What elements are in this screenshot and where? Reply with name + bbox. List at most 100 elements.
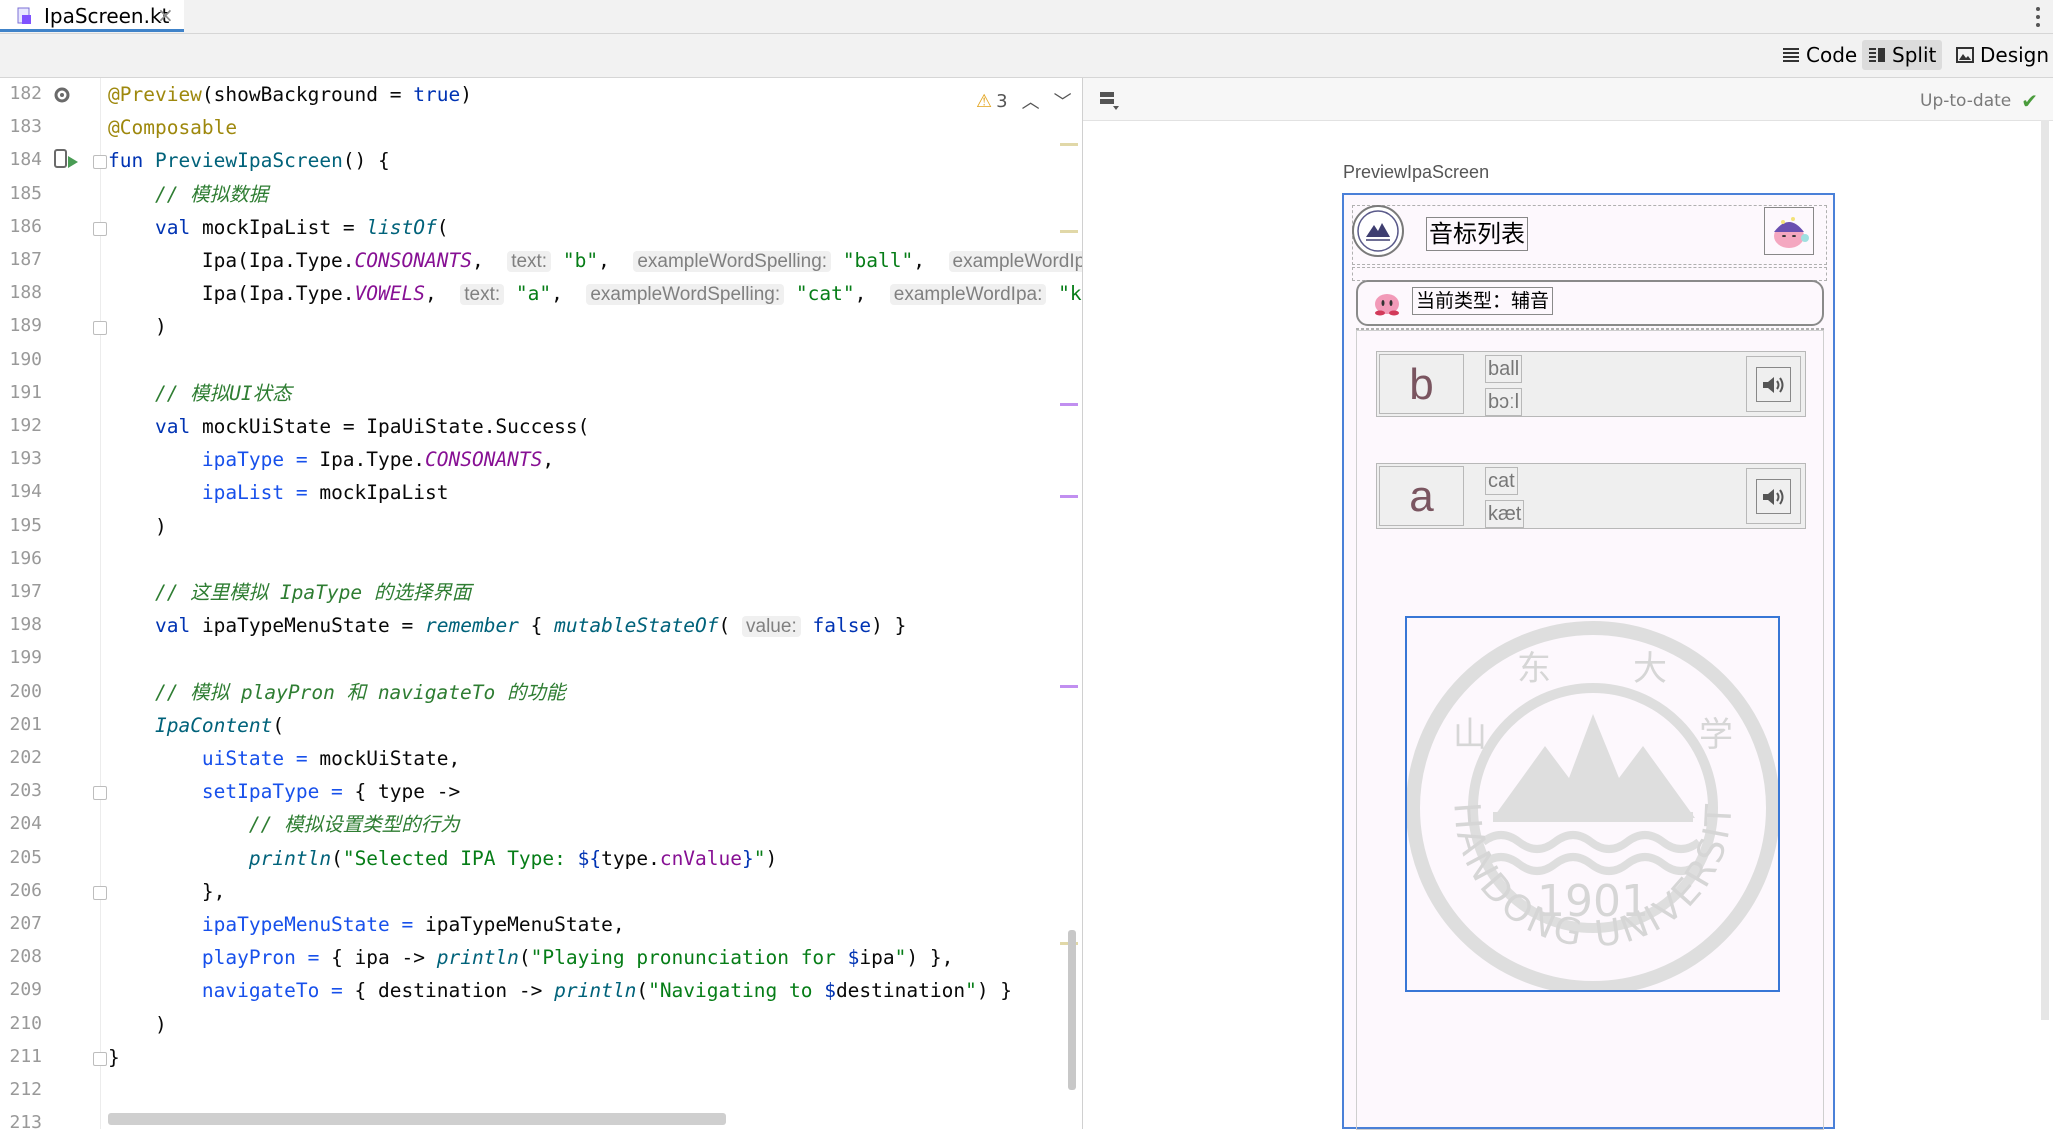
close-icon[interactable]: × — [157, 3, 174, 27]
logo-char: 东 — [1517, 649, 1551, 689]
type-selector-card[interactable]: 当前类型：辅音 — [1356, 280, 1824, 326]
run-preview-icon[interactable] — [54, 148, 80, 170]
vertical-scrollbar[interactable] — [1068, 930, 1076, 1090]
ipa-symbol: b — [1379, 354, 1464, 414]
ipa-list-item[interactable]: a cat kæt — [1376, 463, 1806, 529]
line-number: 211 — [9, 1045, 42, 1067]
split-mode-button[interactable]: Split — [1862, 40, 1943, 70]
layout-options-icon[interactable] — [1099, 91, 1121, 111]
code-line: ) — [108, 310, 167, 343]
code-editor[interactable]: 182 183 184 185 186 187 188 189 190 191 192 193 194 1… — [0, 78, 1082, 1129]
preview-scrollbar[interactable] — [2041, 120, 2049, 1020]
divider-bounds — [1352, 267, 1827, 281]
line-number: 208 — [9, 946, 42, 968]
code-token: { ipa -> — [331, 946, 437, 970]
code-line: ipaType = Ipa.Type.CONSONANTS, — [108, 443, 554, 476]
settings-gear-icon[interactable] — [52, 85, 72, 105]
line-number: 204 — [9, 813, 42, 835]
code-token: ( — [331, 846, 343, 870]
code-line: ipaTypeMenuState = ipaTypeMenuState, — [108, 908, 625, 941]
example-ipa: kæt — [1485, 500, 1525, 528]
chevron-up-icon[interactable]: ︿ — [1022, 88, 1040, 114]
code-token: , — [471, 249, 508, 272]
code-token: ) — [765, 846, 778, 870]
kirby-icon — [1375, 294, 1399, 316]
code-line: } — [108, 1041, 120, 1074]
code-token: "Navigating to — [648, 979, 825, 1003]
code-line: // 模拟UI状态 — [108, 377, 292, 410]
code-token: ipaTypeMenuState = — [201, 614, 425, 638]
code-line: navigateTo = { destination -> println("N… — [108, 974, 1012, 1007]
code-mode-button[interactable]: Code — [1776, 40, 1863, 70]
line-number: 191 — [9, 381, 42, 403]
design-mode-label: Design — [1980, 43, 2050, 67]
fold-marker[interactable] — [93, 885, 107, 900]
code-token: { type -> — [354, 780, 461, 804]
code-token: ( — [636, 979, 649, 1003]
code-token: listOf — [366, 215, 437, 239]
line-number: 197 — [9, 581, 42, 602]
code-token: CONSONANTS — [425, 448, 543, 472]
chevron-down-icon[interactable]: ﹀ — [1054, 88, 1072, 114]
line-number: 185 — [9, 182, 42, 204]
line-number: 182 — [9, 83, 42, 104]
university-logo-image[interactable]: 1901 SHANDONG UNIVERSITY 山 东 大 学 — [1394, 586, 1780, 995]
file-tab[interactable]: IpaScreen.kt × — [0, 0, 184, 32]
fold-marker[interactable] — [93, 321, 107, 336]
inspection-widget[interactable]: ⚠ 3 ︿ ﹀ — [976, 88, 1072, 114]
code-token: () { — [342, 149, 390, 173]
screen-title: 音标列表 — [1426, 217, 1528, 251]
editor-gutter: 182 183 184 185 186 187 188 189 190 191 192 193 194 1… — [0, 78, 107, 1129]
fold-marker[interactable] — [93, 786, 107, 801]
preview-composable-name[interactable]: PreviewIpaScreen — [1343, 162, 1489, 183]
play-pronunciation-button[interactable] — [1746, 356, 1801, 412]
logo-char: 学 — [1699, 715, 1733, 755]
code-token: false — [812, 614, 872, 638]
split-icon — [1869, 48, 1885, 62]
code-token: uiState = — [201, 747, 320, 770]
line-number: 213 — [9, 1112, 42, 1129]
code-token: @Composable — [108, 116, 238, 140]
warning-icon: ⚠ — [976, 90, 993, 112]
code-token: val — [154, 215, 202, 239]
fold-marker[interactable] — [93, 1051, 107, 1066]
code-token: fun — [108, 149, 155, 173]
code-token: println — [436, 946, 519, 970]
code-line: val mockIpaList = listOf( — [108, 211, 449, 244]
code-token: playPron = — [201, 946, 332, 970]
play-pronunciation-button[interactable] — [1746, 468, 1801, 524]
code-token: @Preview — [108, 83, 202, 106]
change-marker — [1060, 495, 1078, 498]
code-token: , — [551, 282, 587, 306]
horizontal-scrollbar[interactable] — [108, 1113, 726, 1125]
university-avatar[interactable] — [1352, 205, 1404, 257]
profile-button[interactable] — [1764, 207, 1814, 255]
example-ipa: bɔːl — [1485, 388, 1523, 416]
code-line: val mockUiState = IpaUiState.Success( — [108, 410, 589, 443]
code-token: { destination -> — [354, 979, 555, 1003]
code-token: ipa — [859, 946, 895, 970]
top-app-bar-bounds — [1352, 205, 1827, 265]
editor-tab-bar: IpaScreen.kt × — [0, 0, 2053, 34]
line-number: 195 — [9, 514, 42, 536]
design-mode-button[interactable]: Design — [1950, 40, 2053, 70]
code-line: // 模拟 playPron 和 navigateTo 的功能 — [108, 676, 566, 709]
fold-marker[interactable] — [93, 155, 107, 170]
code-token: println — [554, 979, 637, 1003]
code-token: // 模拟设置类型的行为 — [108, 813, 460, 837]
fold-marker[interactable] — [93, 221, 107, 236]
code-token: ) } — [871, 614, 907, 638]
code-line: ) — [108, 1008, 167, 1041]
code-token: "ball" — [842, 249, 914, 272]
code-token: ) — [108, 315, 167, 339]
device-frame[interactable]: 音标列表 当前类型：辅音 b ball bɔːl a cat kæt 1901 … — [1342, 193, 1835, 1130]
code-token: VOWELS — [354, 282, 425, 306]
code-token: println — [248, 846, 332, 870]
more-icon[interactable] — [2036, 3, 2040, 31]
ipa-list-item[interactable]: b ball bɔːl — [1376, 351, 1806, 417]
